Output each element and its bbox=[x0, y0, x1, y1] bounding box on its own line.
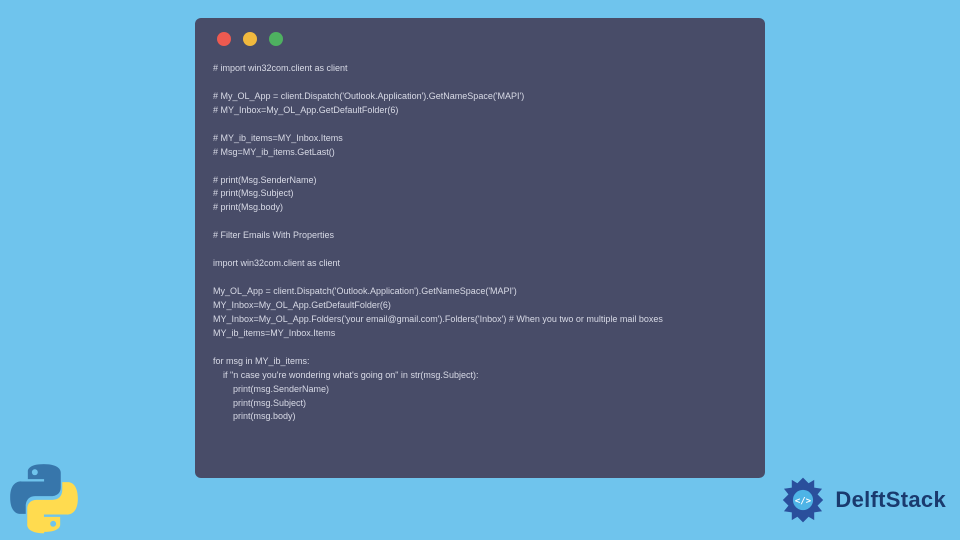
code-content: # import win32com.client as client # My_… bbox=[213, 62, 747, 424]
close-dot-icon bbox=[217, 32, 231, 46]
window-controls bbox=[217, 32, 747, 46]
svg-text:</>: </> bbox=[795, 496, 811, 506]
minimize-dot-icon bbox=[243, 32, 257, 46]
delftstack-logo: </> DelftStack bbox=[775, 472, 946, 528]
code-window: # import win32com.client as client # My_… bbox=[195, 18, 765, 478]
maximize-dot-icon bbox=[269, 32, 283, 46]
delftstack-badge-icon: </> bbox=[775, 472, 831, 528]
delftstack-text: DelftStack bbox=[835, 487, 946, 513]
python-logo-icon bbox=[8, 462, 80, 534]
